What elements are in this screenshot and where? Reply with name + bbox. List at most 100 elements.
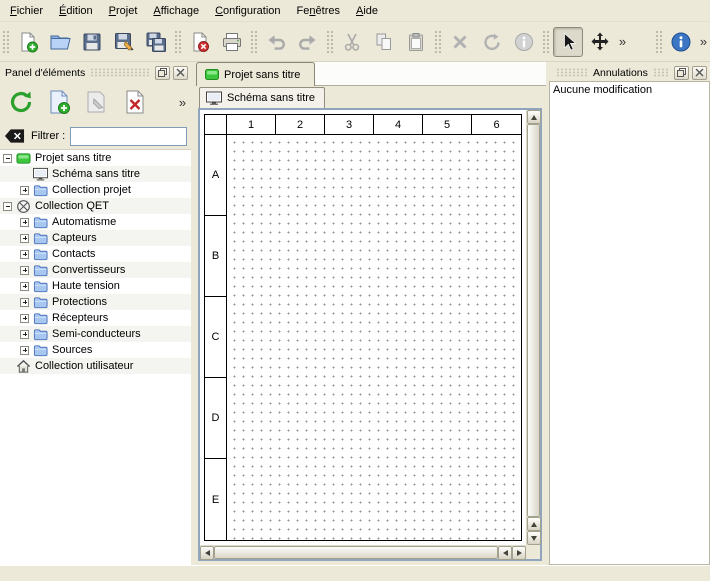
float-panel-button[interactable]: [674, 66, 689, 80]
tree-item-semi-conducteurs[interactable]: Semi-conducteurs: [0, 326, 191, 342]
undo-icon: [265, 31, 287, 53]
expand-icon[interactable]: [20, 282, 29, 291]
scroll-right-button[interactable]: [512, 546, 526, 560]
schema-view[interactable]: 1 2 3 4 5 6 A B C D E: [200, 110, 526, 545]
scroll-down-button[interactable]: [527, 531, 541, 545]
clear-filter-button[interactable]: [4, 128, 26, 145]
paste-button[interactable]: [401, 27, 431, 57]
menu-edition[interactable]: Édition: [51, 0, 101, 21]
horizontal-scrollbar-thumb[interactable]: [214, 546, 498, 559]
tree-item-schema-sans-titre[interactable]: Schéma sans titre: [0, 166, 191, 182]
menu-aide[interactable]: Aide: [348, 0, 386, 21]
cut-button[interactable]: [337, 27, 367, 57]
delete-element-button[interactable]: [116, 84, 154, 120]
properties-button[interactable]: [509, 27, 539, 57]
float-panel-button[interactable]: [155, 66, 170, 80]
menu-configuration[interactable]: Configuration: [207, 0, 288, 21]
copy-button[interactable]: [369, 27, 399, 57]
dock-grip[interactable]: [556, 68, 588, 77]
new-file-button[interactable]: [13, 27, 43, 57]
select-mode-button[interactable]: [553, 27, 583, 57]
close-file-button[interactable]: [185, 27, 215, 57]
menu-projet[interactable]: Projet: [101, 0, 146, 21]
about-qet-button[interactable]: [666, 27, 696, 57]
delete-button[interactable]: [445, 27, 475, 57]
left-splitter[interactable]: [191, 62, 196, 565]
expand-icon[interactable]: [20, 298, 29, 307]
expand-icon[interactable]: [20, 314, 29, 323]
menu-affichage[interactable]: Affichage: [145, 0, 207, 21]
diagram: 1 2 3 4 5 6 A B C D E: [204, 114, 522, 541]
drawing-canvas[interactable]: [227, 135, 521, 540]
undo-panel-titlebar[interactable]: Annulations: [549, 64, 710, 81]
tree-item-collection-utilisateur[interactable]: Collection utilisateur: [0, 358, 191, 374]
undo-list-item[interactable]: Aucune modification: [550, 82, 709, 98]
expand-icon[interactable]: [20, 330, 29, 339]
expand-icon[interactable]: [20, 250, 29, 259]
redo-icon: [297, 31, 319, 53]
expand-icon[interactable]: [20, 218, 29, 227]
scroll-up-button[interactable]: [527, 517, 541, 531]
collapse-icon[interactable]: [3, 202, 12, 211]
edit-element-button[interactable]: [78, 84, 116, 120]
tab-schema-sans-titre[interactable]: Schéma sans titre: [199, 87, 325, 108]
tree-item-haute-tension[interactable]: Haute tension: [0, 278, 191, 294]
elements-panel-titlebar[interactable]: Panel d'éléments: [0, 64, 191, 81]
filter-input[interactable]: [70, 127, 187, 146]
vertical-scrollbar[interactable]: [526, 110, 540, 545]
close-panel-button[interactable]: [173, 66, 188, 80]
tree-item-convertisseurs[interactable]: Convertisseurs: [0, 262, 191, 278]
close-panel-button[interactable]: [692, 66, 707, 80]
redo-button[interactable]: [293, 27, 323, 57]
tree-item-sources[interactable]: Sources: [0, 342, 191, 358]
toolbar-overflow-icon[interactable]: [616, 29, 629, 55]
tree-item-recepteurs[interactable]: Récepteurs: [0, 310, 191, 326]
vertical-scrollbar-thumb[interactable]: [527, 124, 540, 517]
right-splitter[interactable]: [546, 62, 549, 565]
toolbar-overflow-icon[interactable]: [697, 29, 710, 55]
print-button[interactable]: [217, 27, 247, 57]
save-as-button[interactable]: [109, 27, 139, 57]
scroll-left-button[interactable]: [200, 546, 214, 560]
toolbar-drag-handle[interactable]: [250, 29, 257, 55]
scroll-up-button[interactable]: [527, 110, 541, 124]
dock-grip[interactable]: [653, 68, 669, 77]
horizontal-scrollbar[interactable]: [200, 545, 526, 559]
toolbar-drag-handle[interactable]: [434, 29, 441, 55]
save-all-button[interactable]: [141, 27, 171, 57]
open-file-button[interactable]: [45, 27, 75, 57]
tree-item-label: Protections: [52, 296, 107, 308]
tree-item-protections[interactable]: Protections: [0, 294, 191, 310]
dock-grip[interactable]: [90, 68, 150, 77]
save-button[interactable]: [77, 27, 107, 57]
panel-toolbar-overflow-icon[interactable]: [176, 89, 189, 115]
toolbar-drag-handle[interactable]: [542, 29, 549, 55]
scroll-left-button[interactable]: [498, 546, 512, 560]
rotate-button[interactable]: [477, 27, 507, 57]
reload-collections-button[interactable]: [2, 84, 40, 120]
tree-item-collection-projet[interactable]: Collection projet: [0, 182, 191, 198]
tree-item-automatisme[interactable]: Automatisme: [0, 214, 191, 230]
new-element-button[interactable]: [40, 84, 78, 120]
expand-icon[interactable]: [20, 266, 29, 275]
menu-fenetres[interactable]: Fenêtres: [289, 0, 348, 21]
toolbar-drag-handle[interactable]: [174, 29, 181, 55]
toolbar-drag-handle[interactable]: [2, 29, 9, 55]
tree-item-capteurs[interactable]: Capteurs: [0, 230, 191, 246]
tree-item-projet-sans-titre[interactable]: Projet sans titre: [0, 150, 191, 166]
undo-button[interactable]: [261, 27, 291, 57]
elements-tree[interactable]: Projet sans titre Schéma sans titre Coll…: [0, 149, 191, 565]
undo-history-list[interactable]: Aucune modification: [549, 81, 710, 565]
toolbar-drag-handle[interactable]: [326, 29, 333, 55]
menu-fichier[interactable]: Fichier: [2, 0, 51, 21]
folder-icon: [33, 327, 48, 342]
toolbar-drag-handle[interactable]: [655, 29, 662, 55]
tree-item-collection-qet[interactable]: Collection QET: [0, 198, 191, 214]
pan-mode-button[interactable]: [585, 27, 615, 57]
expand-icon[interactable]: [20, 346, 29, 355]
collapse-icon[interactable]: [3, 154, 12, 163]
expand-icon[interactable]: [20, 234, 29, 243]
expand-icon[interactable]: [20, 186, 29, 195]
tree-item-contacts[interactable]: Contacts: [0, 246, 191, 262]
tab-projet-sans-titre[interactable]: Projet sans titre: [196, 62, 315, 86]
